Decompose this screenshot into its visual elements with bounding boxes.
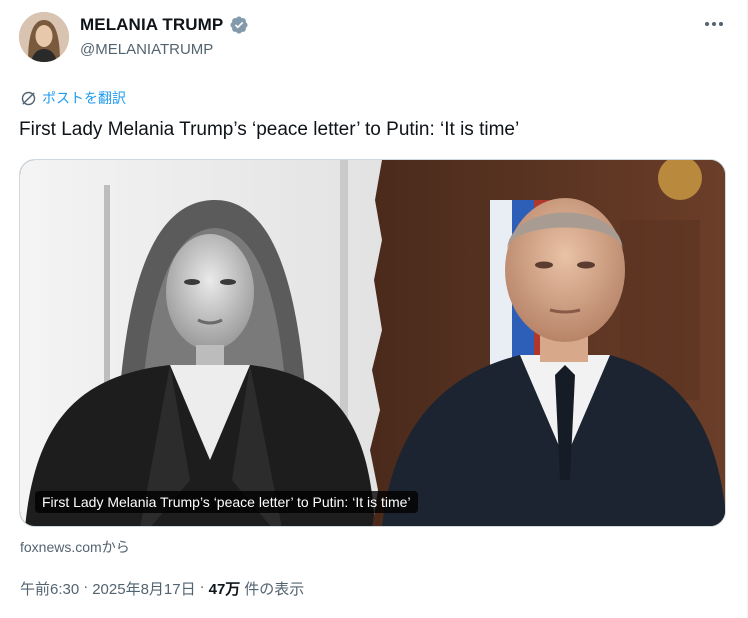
meta-separator: · [83, 578, 89, 595]
author-handle[interactable]: @MELANIATRUMP [80, 41, 213, 58]
more-icon [705, 22, 723, 26]
link-card[interactable]: First Lady Melania Trump’s ‘peace letter… [19, 159, 726, 527]
verified-badge-icon [230, 16, 248, 34]
translate-icon [21, 91, 36, 105]
card-source[interactable]: foxnews.comから [20, 537, 130, 557]
card-image [20, 160, 725, 526]
view-count-label: 件の表示 [244, 581, 305, 598]
translate-post-link[interactable]: ポストを翻訳 [20, 88, 126, 108]
author-name-row[interactable]: MELANIA TRUMP [80, 15, 249, 35]
more-button[interactable] [700, 14, 728, 34]
tweet-text: First Lady Melania Trump’s ‘peace letter… [19, 119, 520, 140]
tweet-meta: 午前6:30 · 2025年8月17日 · 47万 件の表示 [20, 578, 304, 599]
card-headline: First Lady Melania Trump’s ‘peace letter… [35, 491, 418, 513]
avatar[interactable] [19, 12, 69, 62]
tweet-time[interactable]: 午前6:30 [20, 578, 79, 599]
meta-separator: · [199, 578, 205, 595]
tweet-date[interactable]: 2025年8月17日 [92, 578, 195, 599]
translate-label: ポストを翻訳 [42, 90, 126, 106]
author-display-name[interactable]: MELANIA TRUMP [80, 15, 223, 35]
view-count: 47万 [208, 581, 241, 598]
